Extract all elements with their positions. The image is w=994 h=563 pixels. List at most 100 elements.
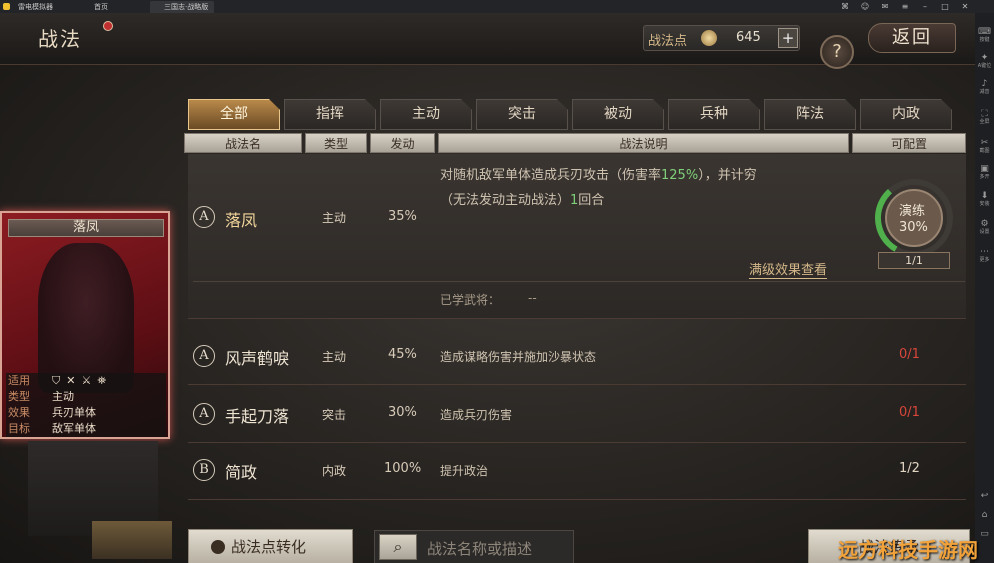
tab-all[interactable]: 全部 — [188, 99, 280, 130]
game-viewport: 战法 战法点 645 + ? 返回 全部 指挥 主动 突击 被动 兵种 阵法 内… — [0, 13, 975, 563]
table-row[interactable]: A 手起刀落 突击 30% 造成兵刃伤害 0/1 — [188, 386, 966, 443]
practice-percent: 30% — [899, 220, 928, 235]
search-box[interactable]: ⌕ 战法名称或描述 — [374, 530, 574, 563]
search-icon[interactable]: ⌕ — [379, 534, 417, 560]
background-art — [92, 521, 172, 559]
page-title: 战法 — [38, 27, 82, 51]
tactic-type: 主动 — [322, 350, 347, 364]
emulator-sidebar: ⌨ 按键 ✦ A键位 ♪ 减音 ⛶ 全屏 ✂ 截图 ▣ 多开 ⬇ 安装 ⚙ 设置 ⋯ 更多 ↩ ⌂… — [975, 13, 994, 563]
notification-dot-icon — [103, 21, 113, 31]
grade-badge: B — [193, 459, 215, 481]
close-icon[interactable]: ✕ — [958, 0, 972, 13]
home-icon[interactable]: ⌂ — [975, 510, 994, 520]
tactic-points-coin-icon — [701, 30, 717, 46]
table-row[interactable]: B 简政 内政 100% 提升政治 1/2 — [188, 443, 966, 500]
learned-generals-label: 已学武将： — [440, 293, 501, 307]
tactic-points-box: 战法点 645 + — [643, 25, 800, 51]
grade-badge: A — [193, 345, 215, 367]
card-character-art — [38, 243, 134, 393]
tactic-type: 突击 — [322, 408, 347, 422]
sidebar-item-screenshot[interactable]: ✂ 截图 — [975, 138, 994, 154]
back-icon[interactable]: ↩ — [975, 491, 994, 501]
tab-formation[interactable]: 阵法 — [764, 99, 856, 130]
sidebar-item-fullscreen[interactable]: ⛶ 全屏 — [975, 109, 994, 125]
sidebar-item-volume[interactable]: ♪ 减音 — [975, 79, 994, 95]
tab-home[interactable]: 首页 — [80, 1, 114, 13]
tactic-description: 对随机敌军单体造成兵刃攻击（伤害率125%），并计穷 （无法发动主动战法）1回合 — [440, 168, 757, 208]
menu-icon[interactable]: ≡ — [898, 0, 912, 13]
table-row[interactable]: A 风声鹤唳 主动 45% 造成谋略伤害并施加沙暴状态 0/1 — [188, 329, 966, 385]
column-header-configurable: 可配置 — [852, 133, 966, 153]
card-field-value: 敌军单体 — [52, 422, 96, 435]
help-button[interactable]: ? — [820, 35, 854, 69]
coin-icon — [211, 540, 225, 554]
return-button[interactable]: 返回 — [868, 23, 956, 53]
emulator-logo-icon — [3, 3, 10, 10]
column-header-type: 类型 — [305, 133, 367, 153]
sidebar-item-more[interactable]: ⋯ 更多 — [975, 247, 994, 263]
tab-game[interactable]: 三国志·战略版 — [150, 1, 215, 13]
tactic-description: 造成谋略伤害并施加沙暴状态 — [440, 350, 597, 364]
convert-points-button[interactable]: 战法点转化 — [188, 529, 353, 563]
card-title: 落凤 — [8, 219, 164, 237]
tactic-name: 手起刀落 — [225, 407, 290, 426]
tactic-rate: 100% — [384, 461, 422, 476]
tactic-config-count: 0/1 — [899, 347, 920, 362]
tab-assault[interactable]: 突击 — [476, 99, 568, 130]
card-field-label: 效果 — [8, 406, 30, 419]
tactic-name: 落凤 — [225, 211, 258, 230]
tactic-type: 主动 — [322, 211, 347, 225]
grade-badge: A — [193, 206, 215, 228]
card-field-value: 主动 — [52, 390, 74, 403]
sidebar-item-install[interactable]: ⬇ 安装 — [975, 191, 994, 207]
tactic-rate: 35% — [388, 209, 417, 224]
mail-icon[interactable]: ✉ — [878, 0, 892, 13]
tab-passive[interactable]: 被动 — [572, 99, 664, 130]
divider — [193, 281, 965, 282]
practice-progress[interactable]: 演练 30% 1/1 — [870, 178, 960, 273]
card-troop-icons: ⛉✕⚔⛯ — [52, 374, 113, 387]
minimize-icon[interactable]: – — [918, 0, 932, 13]
add-points-button[interactable]: + — [778, 28, 798, 48]
card-field-label: 适用 — [8, 374, 30, 387]
sidebar-item-keys[interactable]: ⌨ 按键 — [975, 27, 994, 43]
tactic-points-value: 645 — [736, 30, 761, 45]
tactic-rate: 45% — [388, 347, 417, 362]
watermark: 远方科技手游网 — [838, 538, 978, 562]
tactic-config-count: 1/2 — [899, 461, 920, 476]
sidebar-item-keymap[interactable]: ✦ A键位 — [975, 53, 994, 69]
tactic-config-count: 0/1 — [899, 405, 920, 420]
card-info-panel: 适用 ⛉✕⚔⛯ 类型 主动 效果 兵刃单体 目标 敌军单体 — [6, 373, 166, 437]
search-input[interactable]: 战法名称或描述 — [427, 538, 532, 559]
card-field-label: 目标 — [8, 422, 30, 435]
tactic-rate: 30% — [388, 405, 417, 420]
tab-internal[interactable]: 内政 — [860, 99, 952, 130]
emulator-titlebar: 雷电模拟器 首页 三国志·战略版 ⌘ ☺ ✉ ≡ – □ ✕ — [0, 0, 994, 13]
tactic-description: 提升政治 — [440, 464, 489, 478]
tactic-points-label: 战法点 — [648, 34, 688, 49]
sidebar-item-multi[interactable]: ▣ 多开 — [975, 164, 994, 180]
user-icon[interactable]: ☺ — [858, 0, 872, 13]
table-row[interactable]: A 落凤 主动 35% 对随机敌军单体造成兵刃攻击（伤害率125%），并计穷 （… — [188, 154, 966, 319]
full-effect-link[interactable]: 满级效果查看 — [749, 259, 828, 279]
tactics-list: A 落凤 主动 35% 对随机敌军单体造成兵刃攻击（伤害率125%），并计穷 （… — [188, 154, 966, 527]
maximize-icon[interactable]: □ — [938, 0, 952, 13]
tactic-card: 落凤 适用 ⛉✕⚔⛯ 类型 主动 效果 兵刃单体 目标 敌军单体 — [0, 211, 170, 439]
card-field-label: 类型 — [8, 390, 30, 403]
tab-troop[interactable]: 兵种 — [668, 99, 760, 130]
tactic-name: 风声鹤唳 — [225, 349, 290, 368]
tab-command[interactable]: 指挥 — [284, 99, 376, 130]
practice-count: 1/1 — [878, 252, 950, 269]
sidebar-item-settings[interactable]: ⚙ 设置 — [975, 219, 994, 235]
table-row[interactable] — [188, 512, 966, 527]
column-header-description: 战法说明 — [438, 133, 849, 153]
category-tabs: 全部 指挥 主动 突击 被动 兵种 阵法 内政 — [188, 99, 966, 130]
tactic-name: 简政 — [225, 463, 258, 482]
grade-badge: A — [193, 403, 215, 425]
learned-generals-value: -- — [528, 291, 537, 305]
tactic-type: 内政 — [322, 464, 347, 478]
gamepad-icon[interactable]: ⌘ — [838, 0, 852, 13]
tab-active[interactable]: 主动 — [380, 99, 472, 130]
emulator-app-name: 雷电模拟器 — [18, 3, 53, 11]
column-header-rate: 发动 — [370, 133, 435, 153]
